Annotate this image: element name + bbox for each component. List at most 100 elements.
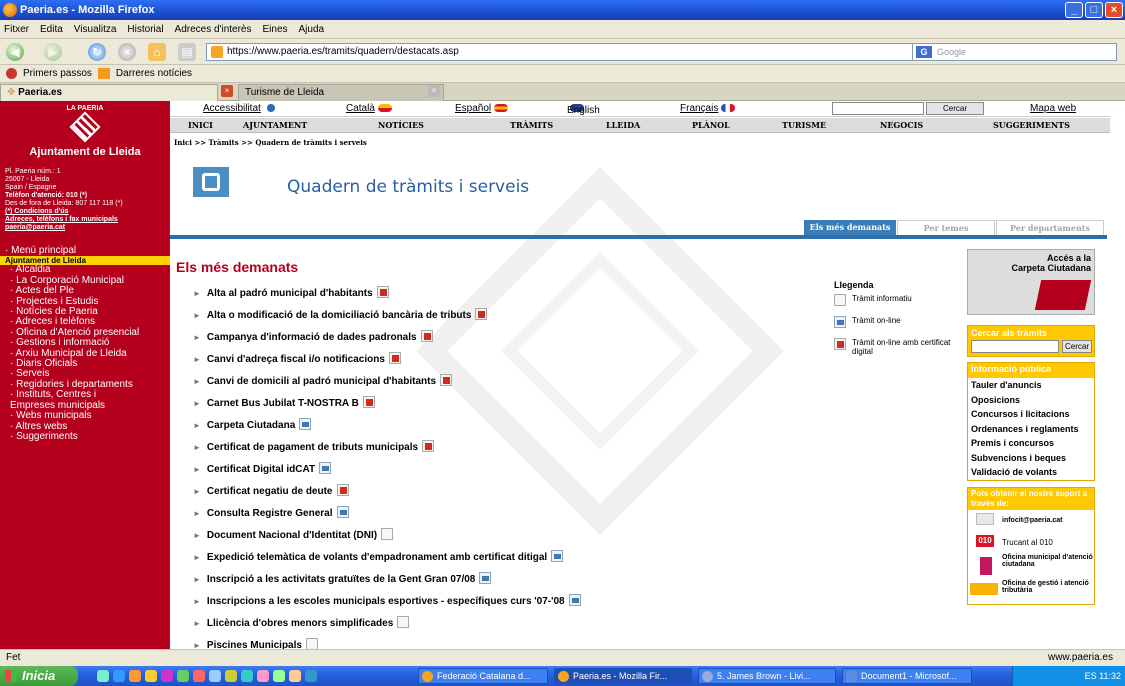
support-row[interactable]: Oficina municipal d'atenció ciutadana xyxy=(968,554,1094,580)
search-tramits-box: Cercar als tràmits Cercar xyxy=(967,325,1095,357)
list-item[interactable]: ► Campanya d'informació de dades padronal… xyxy=(193,330,433,343)
menu-history[interactable]: Historial xyxy=(127,24,163,35)
nav-tramits[interactable]: TRÀMITS xyxy=(510,120,553,130)
tab-mes-demanats[interactable]: Els més demanats xyxy=(804,220,896,235)
menu-tools[interactable]: Eines xyxy=(263,24,288,35)
address-block: Pl. Paeria núm.: 1 25007 - Lleida Spain … xyxy=(0,158,170,232)
support-row[interactable]: infocit@paeria.cat xyxy=(968,510,1094,532)
search-tramits-button[interactable]: Cercar xyxy=(1062,340,1092,353)
list-item[interactable]: ► Consulta Registre General xyxy=(193,506,349,519)
nav-planol[interactable]: PLÀNOL xyxy=(692,120,730,130)
bookmark-noticies[interactable]: Darreres notícies xyxy=(116,68,192,79)
addresses-link[interactable]: Adreces, telèfons i fax municipals xyxy=(5,216,165,224)
support-row[interactable]: Oficina de gestió i atenció tributària xyxy=(968,580,1094,604)
support-box: Pots obtenir el nostre suport a través d… xyxy=(967,487,1095,605)
list-item[interactable]: ► Certificat de pagament de tributs munic… xyxy=(193,440,435,453)
info-publica-title: Informació pública xyxy=(968,363,1094,378)
menu-view[interactable]: Visualitza xyxy=(74,24,117,35)
list-item[interactable]: ► Document Nacional d'Identitat (DNI) xyxy=(193,528,394,541)
lang-en-link[interactable]: English xyxy=(567,103,600,116)
list-item[interactable]: ► Expedició telemàtica de volants d'empad… xyxy=(193,550,564,563)
list-item[interactable]: ► Canvi d'adreça fiscal i/o notificacions xyxy=(193,352,401,365)
sidebar-item-menu-principal[interactable]: · Menú principal xyxy=(5,245,170,256)
tab-paeria[interactable]: ✥ Paeria.es xyxy=(0,84,218,101)
info-link[interactable]: Subvencions i beques xyxy=(968,451,1094,466)
firefox-icon xyxy=(3,3,17,17)
addr-line: Spain / Espagne xyxy=(5,184,57,191)
nav-ajuntament[interactable]: AJUNTAMENT xyxy=(243,120,307,130)
nav-suggeriments[interactable]: SUGGERIMENTS xyxy=(993,120,1070,130)
nav-negocis[interactable]: NEGOCIS xyxy=(880,120,923,130)
tab-per-departaments[interactable]: Per departaments xyxy=(996,220,1104,235)
sitemap-link[interactable]: Mapa web xyxy=(1030,103,1076,114)
menu-help[interactable]: Ajuda xyxy=(299,24,325,35)
taskbar-item[interactable]: Document1 - Microsof... xyxy=(842,668,972,684)
carpeta-ciutadana-banner[interactable]: Accés a la Carpeta Ciutadana xyxy=(967,249,1095,315)
lang-es-link[interactable]: Español xyxy=(455,103,509,114)
bookmark-primers[interactable]: Primers passos xyxy=(23,68,92,79)
home-icon[interactable]: ⌂ xyxy=(148,43,166,61)
accessibility-link[interactable]: Accessibilitat xyxy=(203,103,275,114)
menu-edit[interactable]: Edita xyxy=(40,24,63,35)
list-item[interactable]: ► Carnet Bus Jubilat T-NOSTRA B xyxy=(193,396,375,409)
list-item[interactable]: ► Llicència d'obres menors simplificades xyxy=(193,616,410,629)
start-button[interactable]: Inicia xyxy=(0,666,78,686)
info-link[interactable]: Validació de volants xyxy=(968,465,1094,480)
taskbar-item[interactable]: 5. James Brown - Livi... xyxy=(698,668,836,684)
stop-icon[interactable]: × xyxy=(118,43,136,61)
list-item[interactable]: ► Inscripcions a les escoles municipals e… xyxy=(193,594,581,607)
addr-line: 25007 - Lleida xyxy=(5,176,50,183)
site-search-input[interactable] xyxy=(832,102,924,115)
forward-icon[interactable]: ▶ xyxy=(44,43,62,61)
lang-ca-link[interactable]: Català xyxy=(346,103,392,114)
taskbar-item[interactable]: Federació Catalana d... xyxy=(418,668,548,684)
list-item[interactable]: ► Carpeta Ciutadana xyxy=(193,418,312,431)
nav-turisme[interactable]: TURISME xyxy=(782,120,826,130)
url-bar[interactable]: https://www.paeria.es/tramits/quadern/de… xyxy=(206,43,941,61)
list-item[interactable]: ► Piscines Municipals xyxy=(193,638,318,649)
nav-inici[interactable]: INICI xyxy=(188,120,213,130)
search-input[interactable]: G Google xyxy=(912,43,1117,61)
info-icon xyxy=(397,616,410,628)
minimize-button[interactable]: _ xyxy=(1065,2,1083,18)
support-row[interactable]: 010 Trucant al 010 xyxy=(968,532,1094,554)
info-link[interactable]: Ordenances i reglaments xyxy=(968,422,1094,437)
maximize-button[interactable]: □ xyxy=(1085,2,1103,18)
close-button[interactable]: × xyxy=(1105,2,1123,18)
nav-noticies[interactable]: NOTÍCIES xyxy=(378,120,424,130)
list-item[interactable]: ► Certificat negatiu de deute xyxy=(193,484,349,497)
back-icon[interactable]: ◀ xyxy=(6,43,24,61)
lang-fr-link[interactable]: Français xyxy=(680,103,736,114)
tab-close-icon[interactable]: × xyxy=(428,85,440,97)
site-search-button[interactable]: Cercar xyxy=(926,102,984,115)
tab-close-icon[interactable]: × xyxy=(221,85,233,97)
sidebar-item[interactable]: · Webs municipals xyxy=(5,410,170,421)
taskbar-item[interactable]: Paeria.es - Mozilla Fir... xyxy=(554,668,692,684)
nav-lleida[interactable]: LLEIDA xyxy=(606,120,640,130)
print-icon[interactable]: ▤ xyxy=(178,43,196,61)
tab-per-temes[interactable]: Per temes xyxy=(897,220,995,235)
reload-icon[interactable]: ↻ xyxy=(88,43,106,61)
online-icon xyxy=(568,594,581,606)
email-link[interactable]: paeria@paeria.cat xyxy=(5,224,165,232)
list-item[interactable]: ► Inscripció a les activitats gratuïtes d… xyxy=(193,572,492,585)
online-icon xyxy=(319,462,332,474)
list-item[interactable]: ► Alta o modificació de la domiciliació b… xyxy=(193,308,488,321)
info-link[interactable]: Tauler d'anuncis xyxy=(968,378,1094,393)
list-item[interactable]: ► Certificat Digital idCAT xyxy=(193,462,332,475)
quick-launch xyxy=(97,670,317,682)
info-link[interactable]: Oposicions xyxy=(968,393,1094,408)
search-tramits-input[interactable] xyxy=(971,340,1059,353)
paeria-logo-icon[interactable] xyxy=(69,111,101,143)
sidebar-item[interactable]: · Suggeriments xyxy=(5,431,170,442)
list-item[interactable]: ► Alta al padró municipal d'habitants xyxy=(193,286,389,299)
menu-file[interactable]: Fitxer xyxy=(4,24,29,35)
list-item[interactable]: ► Canvi de domicili al padró municipal d'… xyxy=(193,374,453,387)
menu-bookmarks[interactable]: Adreces d'interès xyxy=(175,24,252,35)
tab-turisme[interactable]: Turisme de Lleida xyxy=(238,84,444,101)
conditions-link[interactable]: (*) Condicions d'ús xyxy=(5,208,165,216)
info-link[interactable]: Premis i concursos xyxy=(968,436,1094,451)
online-cert-icon xyxy=(440,374,453,386)
breadcrumb[interactable]: Inici >> Tràmits >> Quadern de tràmits i… xyxy=(174,138,367,147)
info-link[interactable]: Concursos i licitacions xyxy=(968,407,1094,422)
